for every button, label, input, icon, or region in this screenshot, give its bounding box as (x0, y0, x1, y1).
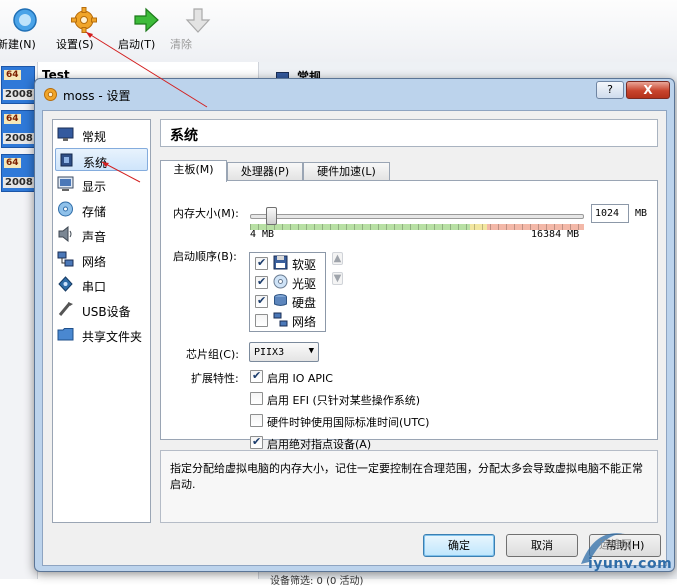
vm-list-item[interactable]: 64 2008 (1, 110, 35, 148)
memory-size-input[interactable]: 1024 (591, 204, 629, 223)
chip-icon (60, 153, 73, 167)
settings-dialog: moss - 设置 ? X 常规 系统 显示 存储 声音 网络 串口 USB设备… (34, 78, 675, 572)
boot-item-hard-disk[interactable]: 硬盘 (253, 292, 324, 310)
ok-button[interactable]: 确定 (423, 534, 495, 557)
nav-item-display[interactable]: 显示 (55, 173, 148, 196)
io-apic-checkbox[interactable] (250, 369, 263, 383)
cancel-button[interactable]: 取消 (506, 534, 578, 557)
serial-port-icon (58, 276, 73, 292)
extended-features-label: 扩展特性: (191, 372, 239, 385)
boot-order-label: 启动顺序(B): (173, 250, 237, 263)
efi-checkbox[interactable] (250, 392, 263, 405)
green-arrow-icon (134, 7, 159, 33)
motherboard-panel: 内存大小(M): 4 MB 16384 MB 1024 MB 启动顺序(B): … (160, 180, 658, 451)
cd-icon (273, 274, 288, 289)
nav-item-network[interactable]: 网络 (55, 248, 148, 271)
utc-checkbox[interactable] (250, 414, 263, 427)
chevron-down-icon: ▼ (308, 346, 314, 356)
hard-disk-icon (274, 294, 287, 306)
sun-new-icon (13, 8, 37, 32)
settings-nav-list: 常规 系统 显示 存储 声音 网络 串口 USB设备 共享文件夹 (52, 119, 151, 523)
nav-item-audio[interactable]: 声音 (55, 223, 148, 246)
dialog-title: moss - 设置 (63, 89, 131, 103)
memory-max-label: 16384 MB (531, 229, 580, 240)
page-title: 系统 (160, 119, 658, 147)
memory-unit: MB (635, 208, 648, 219)
network-icon (57, 251, 74, 267)
nav-item-serial-ports[interactable]: 串口 (55, 273, 148, 296)
boot-item-floppy[interactable]: 软驱 (253, 254, 324, 272)
help-title-button[interactable]: ? (596, 81, 624, 99)
boot-order-list: 软驱 光驱 硬盘 网络 (249, 252, 326, 332)
discard-button[interactable]: 清除 (170, 6, 226, 51)
close-button[interactable]: X (626, 81, 670, 99)
gear-icon (44, 88, 57, 101)
move-down-button[interactable]: ▼ (332, 272, 343, 285)
main-toolbar: 新建(N) 设置(S) 启动(T) 清除 (0, 0, 677, 62)
usb-icon (58, 302, 73, 316)
tab-motherboard[interactable]: 主板(M) (160, 160, 227, 182)
gear-icon (71, 7, 97, 33)
memory-label: 内存大小(M): (173, 207, 239, 220)
boot-cd-checkbox[interactable] (255, 275, 268, 289)
watermark: 运维网 iyunv.com (575, 526, 675, 576)
description-box: 指定分配给虚拟电脑的内存大小，记住一定要控制在合理范围，分配太多会导致虚拟电脑不… (160, 450, 658, 523)
chipset-label: 芯片组(C): (186, 348, 239, 361)
start-button[interactable]: 启动(T) (118, 6, 174, 51)
chipset-select[interactable]: PIIX3 ▼ (249, 342, 319, 362)
nav-item-general[interactable]: 常规 (55, 123, 148, 146)
network-boot-icon (273, 312, 288, 327)
vm-list-item[interactable]: 64 2008 (1, 154, 35, 192)
settings-button[interactable]: 设置(S) (56, 6, 112, 51)
floppy-icon (273, 255, 288, 270)
memory-slider-track[interactable] (250, 214, 584, 219)
dialog-body: 常规 系统 显示 存储 声音 网络 串口 USB设备 共享文件夹 系统 主板(M… (42, 110, 667, 566)
boot-hard-disk-checkbox[interactable] (255, 294, 268, 308)
boot-item-network[interactable]: 网络 (253, 311, 324, 329)
new-vm-button[interactable]: 新建(N) (0, 6, 53, 51)
display-icon (57, 176, 74, 191)
dialog-titlebar[interactable]: moss - 设置 ? X (35, 79, 674, 109)
memory-slider-thumb[interactable] (265, 207, 277, 225)
nav-item-system[interactable]: 系统 (55, 148, 148, 171)
memory-min-label: 4 MB (250, 229, 275, 240)
monitor-icon (57, 127, 74, 141)
boot-item-cd[interactable]: 光驱 (253, 273, 324, 291)
absolute-pointing-checkbox[interactable] (250, 435, 263, 449)
tab-acceleration[interactable]: 硬件加速(L) (303, 162, 390, 181)
boot-floppy-checkbox[interactable] (255, 256, 268, 270)
vm-list-item[interactable]: 64 2008 (1, 66, 35, 104)
down-arrow-icon (185, 8, 211, 33)
nav-item-usb[interactable]: USB设备 (55, 298, 148, 321)
boot-network-checkbox[interactable] (255, 314, 268, 327)
usb-filter-status: 设备筛选: 0 (0 活动) (270, 576, 364, 587)
speaker-icon (58, 226, 72, 242)
storage-icon (58, 201, 73, 217)
nav-item-storage[interactable]: 存储 (55, 198, 148, 221)
nav-item-shared-folders[interactable]: 共享文件夹 (55, 323, 148, 346)
move-up-button[interactable]: ▲ (332, 252, 343, 265)
tab-processor[interactable]: 处理器(P) (227, 162, 303, 181)
vm-list-panel: 64 2008 64 2008 64 2008 (0, 62, 38, 579)
description-text: 指定分配给虚拟电脑的内存大小，记住一定要控制在合理范围，分配太多会导致虚拟电脑不… (170, 462, 643, 491)
folder-icon (57, 328, 74, 341)
